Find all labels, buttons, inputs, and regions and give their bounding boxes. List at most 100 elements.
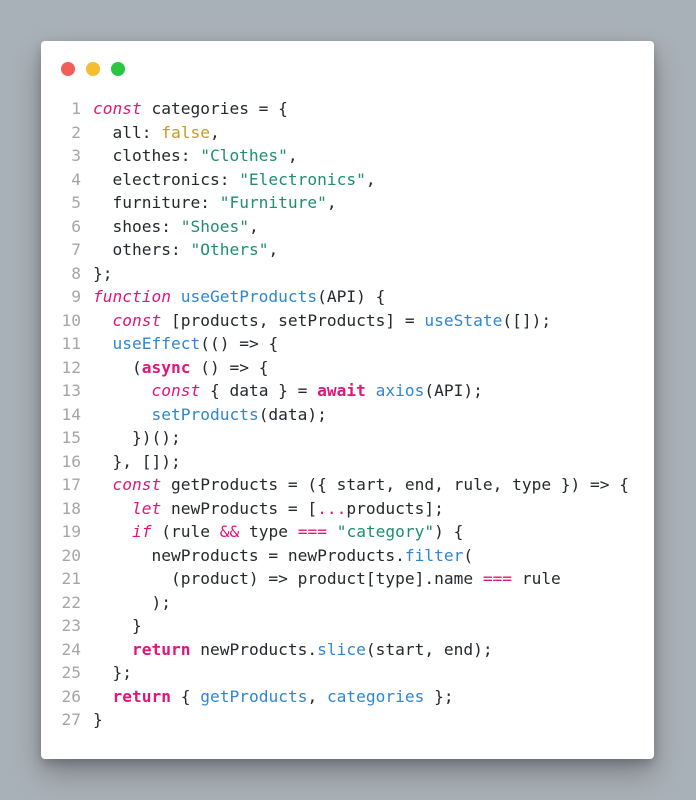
code-token: (start, end); (365, 639, 493, 659)
line-number: 3 (71, 146, 81, 165)
line-number: 2 (71, 122, 81, 142)
code-text: const { data } = await axios(API); (81, 379, 482, 403)
code-token: , (307, 686, 327, 706)
code-text: }, []); (81, 450, 181, 474)
code-token: setProducts (151, 404, 259, 424)
code-token: && (219, 522, 240, 541)
code-token: getProducts (200, 686, 308, 706)
code-line: 21 (product) => product[type].name === r… (41, 567, 654, 591)
code-token: newProducts. (190, 639, 318, 659)
code-text: return newProducts.slice(start, end); (81, 638, 493, 662)
code-text: if (rule && type === "category") { (81, 520, 463, 544)
line-number: 12 (61, 357, 82, 377)
zoom-button[interactable] (111, 62, 125, 76)
code-text: const getProducts = ({ start, end, rule,… (81, 473, 630, 497)
code-token: const (151, 381, 201, 400)
code-token: { (170, 686, 201, 706)
code-line: 20 newProducts = newProducts.filter( (41, 544, 654, 568)
code-token: useState (424, 310, 503, 330)
code-token: const (112, 310, 162, 330)
code-line: 27} (41, 708, 654, 732)
code-token: axios (375, 381, 425, 400)
code-text: (product) => product[type].name === rule (81, 567, 561, 591)
code-text: function useGetProducts(API) { (81, 285, 385, 309)
code-token: , (248, 216, 259, 236)
code-token: (rule (151, 522, 220, 541)
code-token: clothes: (93, 146, 201, 165)
code-line: 10 const [products, setProducts] = useSt… (41, 309, 654, 333)
code-line: 19 if (rule && type === "category") { (41, 520, 654, 544)
code-token: , (326, 193, 337, 212)
code-token: let (131, 498, 162, 518)
code-line: 25 }; (41, 661, 654, 685)
line-number: 20 (61, 545, 82, 565)
code-line: 7 others: "Others", (41, 238, 654, 262)
code-token: useEffect (112, 334, 201, 353)
line-number: 7 (71, 240, 81, 259)
code-line: 15 })(); (41, 426, 654, 450)
code-token: }, []); (93, 451, 181, 471)
code-token: (API) { (317, 287, 386, 306)
code-token: shoes: (93, 216, 181, 236)
line-number: 19 (61, 522, 82, 541)
close-button[interactable] (61, 62, 75, 76)
code-editor[interactable]: 1 const categories = {2 all: false, 3 clot… (41, 97, 654, 732)
code-token: function (93, 287, 171, 306)
code-token: type (239, 522, 298, 541)
code-token: "Shoes" (180, 216, 249, 236)
line-number: 13 (61, 381, 82, 400)
code-text: (async () => { (81, 356, 268, 380)
code-token: , (365, 169, 376, 189)
code-token: ([]); (502, 310, 552, 330)
code-line: 16 }, []); (41, 450, 654, 474)
code-token: (product) => product[type].name (93, 569, 483, 588)
code-token: (data); (258, 404, 327, 424)
code-token: const (93, 99, 142, 118)
code-token: "category" (336, 522, 435, 541)
code-token: categories = { (141, 99, 288, 118)
code-line: 8}; (41, 262, 654, 286)
code-token: const (112, 475, 162, 494)
code-token: async (141, 357, 191, 377)
code-text: electronics: "Electronics", (81, 168, 376, 192)
code-window: 1 const categories = {2 all: false, 3 clot… (41, 41, 654, 759)
code-line: 1 const categories = { (41, 97, 654, 121)
code-line: 3 clothes: "Clothes", (41, 144, 654, 168)
line-number: 18 (61, 498, 82, 518)
line-number: 16 (61, 451, 82, 471)
code-token: newProducts = [ (161, 498, 318, 518)
code-token: if (131, 522, 152, 541)
line-number: 10 (61, 310, 82, 330)
code-token: }; (93, 663, 132, 682)
line-number: 15 (61, 428, 82, 447)
code-token: return (112, 686, 171, 706)
code-line: 22 ); (41, 591, 654, 615)
code-line: 24 return newProducts.slice(start, end); (41, 638, 654, 662)
code-token: } (93, 616, 142, 635)
line-number: 23 (61, 616, 82, 635)
line-number: 25 (61, 663, 82, 682)
code-text: return { getProducts, categories }; (81, 685, 454, 709)
code-text: others: "Others", (81, 238, 278, 262)
line-number: 26 (61, 686, 82, 706)
line-number: 27 (61, 710, 82, 729)
code-token: ( (463, 545, 474, 565)
code-token: newProducts = newProducts. (93, 545, 405, 565)
code-token: "Clothes" (200, 146, 288, 165)
code-token: === (482, 569, 513, 588)
code-line: 26 return { getProducts, categories }; (41, 685, 654, 709)
code-token: , (287, 146, 298, 165)
code-line: 5 furniture: "Furniture", (41, 191, 654, 215)
code-line: 9 function useGetProducts(API) { (41, 285, 654, 309)
code-token: ); (93, 592, 171, 612)
line-number: 17 (61, 475, 82, 494)
code-line: 12 (async () => { (41, 356, 654, 380)
code-text: newProducts = newProducts.filter( (81, 544, 473, 568)
minimize-button[interactable] (86, 62, 100, 76)
code-text: let newProducts = [...products]; (81, 497, 444, 521)
code-line: 14 setProducts(data); (41, 403, 654, 427)
